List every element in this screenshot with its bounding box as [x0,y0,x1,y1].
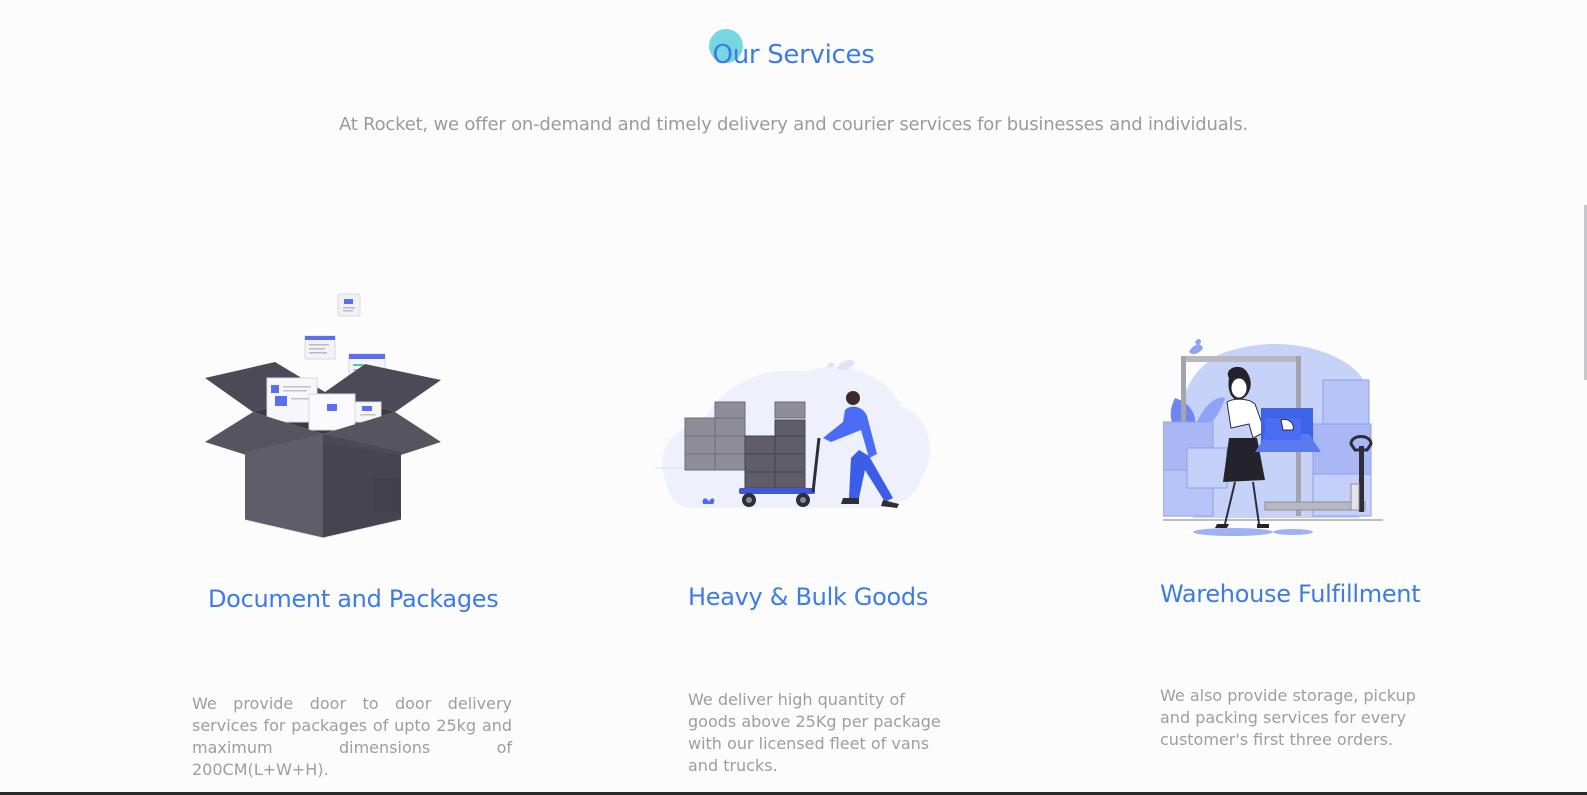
service-description: We also provide storage, pickup and pack… [1160,686,1416,749]
worker-pushing-cart-icon [655,358,933,520]
section-subtitle: At Rocket, we offer on-demand and timely… [338,114,1249,135]
woman-carrying-box-icon [1162,338,1395,542]
services-page: Our Services At Rocket, we offer on-dema… [0,0,1587,795]
service-description: We deliver high quantity of goods above … [688,690,941,775]
open-box-documents-icon [205,292,447,548]
section-title: Our Services [712,40,875,70]
service-title: Heavy & Bulk Goods [688,583,929,611]
service-description: We provide door to door delivery service… [192,694,512,779]
service-title: Document and Packages [208,585,499,613]
service-title: Warehouse Fulfillment [1160,580,1421,608]
scrollbar[interactable] [1578,0,1587,795]
